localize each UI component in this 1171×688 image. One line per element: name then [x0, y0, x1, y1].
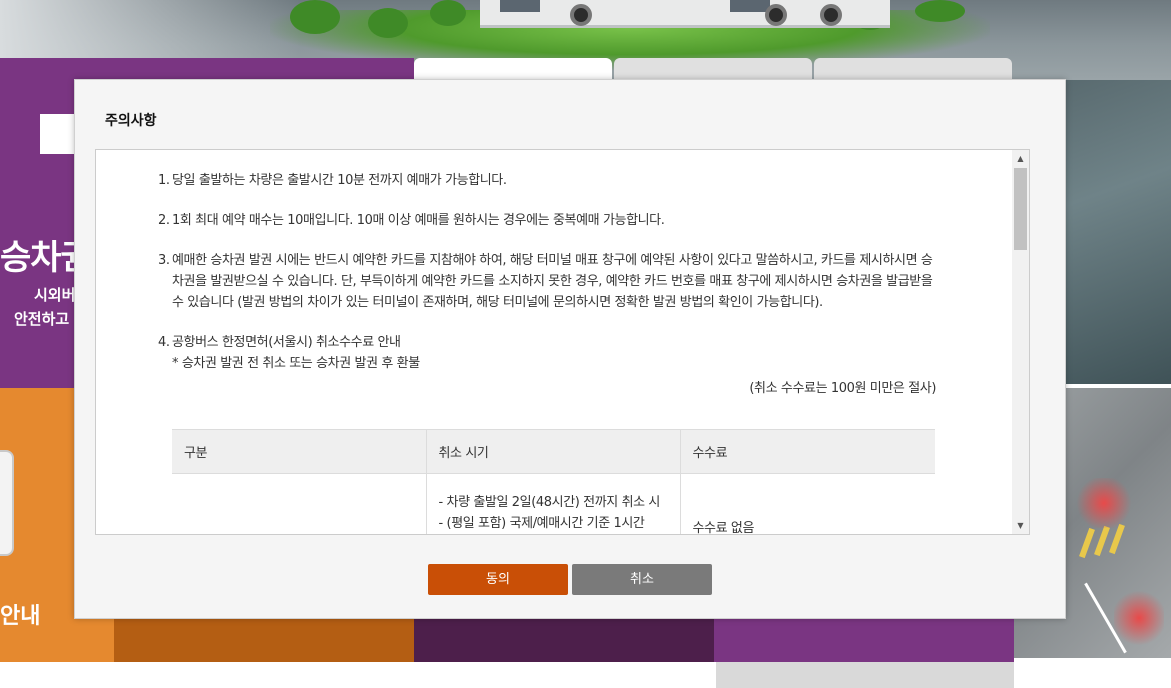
bus-wheel: [820, 4, 842, 26]
table-header-row: 구분 취소 시기 수수료: [172, 429, 935, 474]
road-marking: [1109, 523, 1125, 555]
scroll-down-icon[interactable]: ▼: [1012, 517, 1029, 534]
tree-illustration: [290, 0, 340, 34]
column-header-timing: 취소 시기: [425, 429, 680, 474]
scroll-up-icon[interactable]: ▲: [1012, 150, 1029, 167]
notice-number: 2.: [158, 213, 170, 228]
cell-category: [172, 474, 426, 535]
cell-fee: 수수료 없음: [679, 473, 935, 534]
notice-text: 공항버스 한정면허(서울시) 취소수수료 안내: [172, 335, 401, 350]
cancel-button[interactable]: 취소: [572, 564, 712, 595]
notice-item: 3. 예매한 승차권 발권 시에는 반드시 예약한 카드를 지참해야 하여, 해…: [158, 250, 936, 313]
cell-timing: - 차량 출발일 2일(48시간) 전까지 취소 시 - (평일 포함) 국제/…: [425, 473, 680, 534]
notice-number: 4.: [158, 335, 170, 350]
bus-wheel: [765, 4, 787, 26]
agree-button[interactable]: 동의: [428, 564, 568, 595]
tree-illustration: [430, 0, 466, 26]
notice-item: 2. 1회 최대 예약 매수는 10매입니다. 10매 이상 예매를 원하시는 …: [158, 210, 936, 231]
scrollbar[interactable]: ▲ ▼: [1012, 150, 1029, 534]
menu-label: 안내: [0, 604, 41, 629]
bus-icon: [0, 450, 14, 556]
car-light: [1074, 478, 1134, 528]
car-light: [1114, 588, 1164, 648]
notice-content: 1. 당일 출발하는 차량은 출발시간 10분 전까지 예매가 가능합니다. 2…: [158, 170, 936, 399]
notice-text: 예매한 승차권 발권 시에는 반드시 예약한 카드를 지참해야 하여, 해당 터…: [172, 253, 933, 310]
notice-item: 4. 공항버스 한정면허(서울시) 취소수수료 안내 * 승차권 발권 전 취소…: [158, 332, 936, 399]
notice-scroll-area[interactable]: 1. 당일 출발하는 차량은 출발시간 10분 전까지 예매가 가능합니다. 2…: [95, 149, 1030, 535]
road-marking: [1079, 527, 1095, 559]
notice-modal: 주의사항 1. 당일 출발하는 차량은 출발시간 10분 전까지 예매가 가능합…: [74, 79, 1066, 619]
notice-number: 3.: [158, 253, 170, 268]
modal-title: 주의사항: [105, 113, 157, 129]
notice-text: 1회 최대 예약 매수는 10매입니다. 10매 이상 예매를 원하시는 경우에…: [172, 213, 665, 228]
table-row: - 차량 출발일 2일(48시간) 전까지 취소 시 - (평일 포함) 국제/…: [172, 473, 935, 535]
tree-illustration: [915, 0, 965, 22]
tree-illustration: [368, 8, 408, 38]
scroll-thumb[interactable]: [1014, 168, 1027, 250]
notice-item: 1. 당일 출발하는 차량은 출발시간 10분 전까지 예매가 가능합니다.: [158, 170, 936, 191]
fee-table: 구분 취소 시기 수수료 - 차량 출발일 2일(48시간) 전까지 취소 시 …: [172, 429, 935, 535]
column-header-category: 구분: [172, 429, 426, 474]
bus-window: [500, 0, 540, 12]
hero-subtitle: 안전하고: [14, 310, 70, 328]
footer-strip: [716, 662, 1014, 688]
bus-window: [730, 0, 770, 12]
bus-illustration: [480, 0, 890, 28]
notice-subnote: * 승차권 발권 전 취소 또는 승차권 발권 후 환불: [172, 356, 420, 371]
notice-number: 1.: [158, 173, 170, 188]
column-header-fee: 수수료: [679, 429, 935, 474]
fee-note: (취소 수수료는 100원 미만은 절사): [749, 381, 936, 396]
hero-logo-box: [40, 114, 74, 154]
notice-text: 당일 출발하는 차량은 출발시간 10분 전까지 예매가 가능합니다.: [172, 173, 507, 188]
hero-subtitle: 시외버: [34, 286, 76, 304]
bus-wheel: [570, 4, 592, 26]
road-marking: [1094, 525, 1110, 557]
